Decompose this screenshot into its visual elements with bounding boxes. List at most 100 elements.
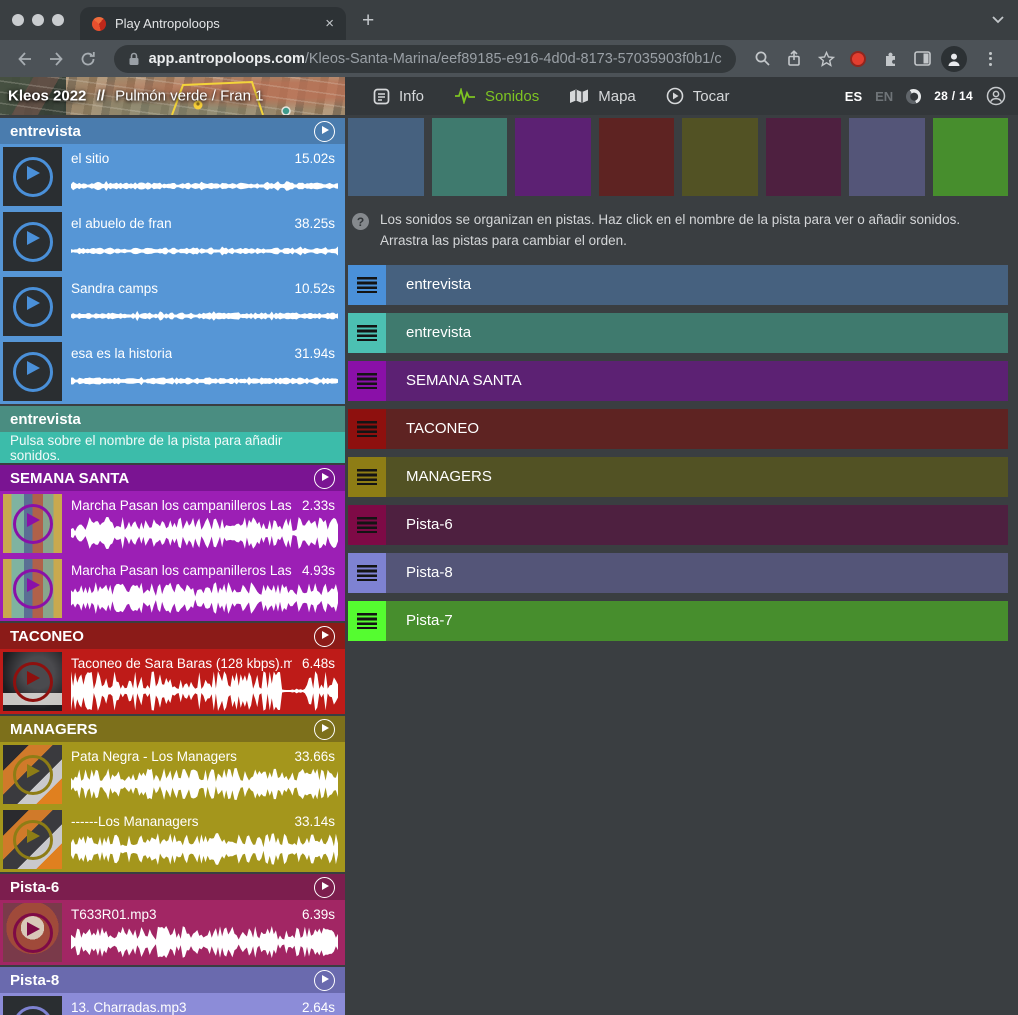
new-tab-button[interactable]: + (362, 10, 374, 31)
play-track-icon[interactable] (314, 121, 335, 142)
track-header[interactable]: entrevista (0, 406, 345, 432)
track-header[interactable]: Pista-6 (0, 874, 345, 900)
drag-handle[interactable] (348, 313, 386, 353)
zoom-window-button[interactable] (52, 14, 64, 26)
play-track-icon[interactable] (314, 719, 335, 740)
clip-waveform (71, 231, 335, 271)
browser-tab[interactable]: Play Antropoloops × (80, 7, 346, 40)
side-panel-icon[interactable] (908, 45, 936, 73)
project-banner[interactable]: Kleos 2022 // Pulmón verde / Fran 1 (0, 77, 345, 115)
extensions-puzzle-icon[interactable] (876, 45, 904, 73)
profile-avatar[interactable] (940, 45, 968, 73)
track-row-name-button[interactable]: MANAGERS (386, 457, 1008, 497)
track-header[interactable]: Pista-8 (0, 967, 345, 993)
bookmark-star-button[interactable] (812, 45, 840, 73)
drag-handle[interactable] (348, 601, 386, 641)
track-row-name-button[interactable]: entrevista (386, 313, 1008, 353)
play-clip-button[interactable] (3, 147, 62, 206)
play-track-icon[interactable] (314, 877, 335, 898)
account-icon[interactable] (986, 86, 1006, 106)
track-row[interactable]: MANAGERS (348, 457, 1008, 497)
track-row-name-button[interactable]: entrevista (386, 265, 1008, 305)
track-row-name-button[interactable]: Pista-8 (386, 553, 1008, 593)
play-clip-button[interactable] (3, 903, 62, 962)
browser-window: Play Antropoloops × + app.antropoloops.c… (0, 0, 1018, 1015)
drag-handle[interactable] (348, 265, 386, 305)
track-row[interactable]: entrevista (348, 265, 1008, 305)
clip-thumbnail (3, 494, 62, 553)
play-clip-button[interactable] (3, 494, 62, 553)
clip-row[interactable]: 13. Charradas.mp3 2.64s (0, 993, 345, 1015)
drag-handle[interactable] (348, 457, 386, 497)
track-row[interactable]: SEMANA SANTA (348, 361, 1008, 401)
play-clip-button[interactable] (3, 745, 62, 804)
play-track-icon[interactable] (314, 970, 335, 991)
zoom-page-icon[interactable] (748, 45, 776, 73)
nav-sonidos[interactable]: Sonidos (454, 88, 539, 105)
play-clip-button[interactable] (3, 342, 62, 401)
browser-menu-icon[interactable] (972, 45, 1008, 73)
track-row-name-button[interactable]: TACONEO (386, 409, 1008, 449)
play-track-icon[interactable] (314, 626, 335, 647)
play-clip-button[interactable] (3, 277, 62, 336)
track-row-name-button[interactable]: SEMANA SANTA (386, 361, 1008, 401)
play-clip-button[interactable] (3, 652, 62, 711)
track-row[interactable]: Pista-7 (348, 601, 1008, 641)
tab-search-chevron-icon[interactable] (992, 16, 1004, 24)
clip-title: ------Los Mananagers (71, 814, 199, 829)
play-clip-button[interactable] (3, 810, 62, 869)
sidebar-track-section: MANAGERS Pata Negra - Los Managers 33.66… (0, 716, 345, 872)
play-clip-button[interactable] (3, 996, 62, 1015)
minimize-window-button[interactable] (32, 14, 44, 26)
track-color-swatch (682, 118, 758, 196)
track-row[interactable]: entrevista (348, 313, 1008, 353)
clip-row[interactable]: ------Los Mananagers 33.14s (0, 807, 345, 872)
track-name: TACONEO (10, 628, 84, 645)
track-row[interactable]: Pista-8 (348, 553, 1008, 593)
forward-button[interactable] (42, 45, 70, 73)
clip-row[interactable]: T633R01.mp3 6.39s (0, 900, 345, 965)
clip-row[interactable]: el abuelo de fran 38.25s (0, 209, 345, 274)
track-header[interactable]: MANAGERS (0, 716, 345, 742)
clip-row[interactable]: esa es la historia 31.94s (0, 339, 345, 404)
play-clip-button[interactable] (3, 212, 62, 271)
track-header[interactable]: entrevista (0, 118, 345, 144)
track-clips: Pata Negra - Los Managers 33.66s ------L… (0, 742, 345, 872)
drag-handle[interactable] (348, 409, 386, 449)
track-row-label: SEMANA SANTA (406, 372, 522, 389)
drag-handle[interactable] (348, 505, 386, 545)
track-row-name-button[interactable]: Pista-7 (386, 601, 1008, 641)
clip-row[interactable]: Taconeo de Sara Baras (128 kbps).mp3 6.4… (0, 649, 345, 714)
clip-row[interactable]: Sandra camps 10.52s (0, 274, 345, 339)
back-button[interactable] (10, 45, 38, 73)
nav-mapa[interactable]: Mapa (569, 88, 636, 105)
clip-row[interactable]: Marcha Pasan los campanilleros Las Mejor… (0, 491, 345, 556)
track-row[interactable]: TACONEO (348, 409, 1008, 449)
track-row-name-button[interactable]: Pista-6 (386, 505, 1008, 545)
drag-handle-icon (357, 565, 377, 582)
share-button[interactable] (780, 45, 808, 73)
close-window-button[interactable] (12, 14, 24, 26)
tab-strip: Play Antropoloops × + (0, 0, 1018, 40)
track-header[interactable]: SEMANA SANTA (0, 465, 345, 491)
clip-row[interactable]: Pata Negra - Los Managers 33.66s (0, 742, 345, 807)
track-header[interactable]: TACONEO (0, 623, 345, 649)
reload-button[interactable] (74, 45, 102, 73)
drag-handle[interactable] (348, 553, 386, 593)
nav-tocar[interactable]: Tocar (666, 87, 730, 105)
play-clip-button[interactable] (3, 559, 62, 618)
breadcrumb-remix: Pulmón verde / Fran 1 (115, 88, 263, 105)
lang-es[interactable]: ES (845, 89, 862, 104)
record-indicator-icon[interactable] (844, 45, 872, 73)
address-bar[interactable]: app.antropoloops.com/Kleos-Santa-Marina/… (114, 45, 736, 73)
track-color-swatch (599, 118, 675, 196)
clip-row[interactable]: el sitio 15.02s (0, 144, 345, 209)
track-color-strip (348, 118, 1008, 196)
play-track-icon[interactable] (314, 468, 335, 489)
nav-info[interactable]: Info (373, 88, 424, 105)
clip-row[interactable]: Marcha Pasan los campanilleros Las Mejor… (0, 556, 345, 621)
drag-handle[interactable] (348, 361, 386, 401)
tab-close-icon[interactable]: × (323, 14, 336, 33)
track-row[interactable]: Pista-6 (348, 505, 1008, 545)
lang-en[interactable]: EN (875, 89, 893, 104)
